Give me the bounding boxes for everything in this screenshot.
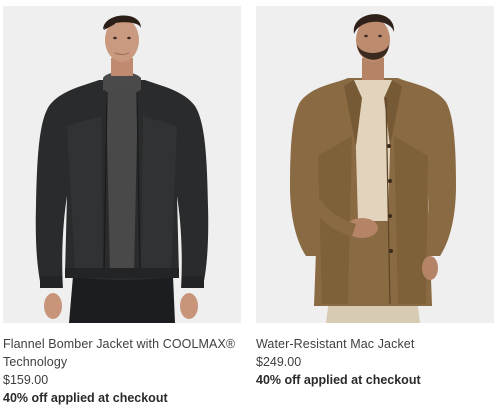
product-grid: Flannel Bomber Jacket with COOLMAX® Tech… xyxy=(0,0,498,410)
product-card[interactable]: Flannel Bomber Jacket with COOLMAX® Tech… xyxy=(3,6,241,407)
promo-text: 40% off applied at checkout xyxy=(256,373,421,387)
product-card[interactable]: Water-Resistant Mac Jacket $249.00 40% o… xyxy=(256,6,494,389)
product-price: $159.00 xyxy=(3,373,49,387)
bomber-jacket-photo xyxy=(3,6,241,323)
product-info: Flannel Bomber Jacket with COOLMAX® Tech… xyxy=(3,323,241,407)
product-name[interactable]: Water-Resistant Mac Jacket xyxy=(256,335,494,353)
mac-jacket-photo xyxy=(256,6,494,323)
product-image[interactable] xyxy=(256,6,494,323)
product-info: Water-Resistant Mac Jacket $249.00 40% o… xyxy=(256,323,494,389)
product-image[interactable] xyxy=(3,6,241,323)
promo-text: 40% off applied at checkout xyxy=(3,391,168,405)
product-price: $249.00 xyxy=(256,355,302,369)
product-name[interactable]: Flannel Bomber Jacket with COOLMAX® Tech… xyxy=(3,335,241,371)
